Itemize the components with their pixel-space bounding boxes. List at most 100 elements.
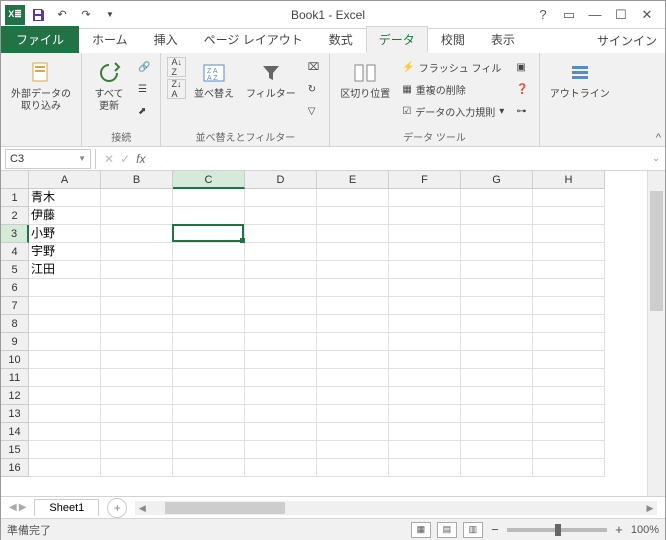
cell-C8[interactable] [173, 315, 245, 333]
cell-G4[interactable] [461, 243, 533, 261]
cell-D9[interactable] [245, 333, 317, 351]
cell-G13[interactable] [461, 405, 533, 423]
cell-A2[interactable]: 伊藤 [29, 207, 101, 225]
cell-A12[interactable] [29, 387, 101, 405]
cell-H3[interactable] [533, 225, 605, 243]
cell-B16[interactable] [101, 459, 173, 477]
get-external-data-button[interactable]: 外部データの 取り込み [7, 57, 75, 115]
cell-E5[interactable] [317, 261, 389, 279]
cell-E8[interactable] [317, 315, 389, 333]
cell-H16[interactable] [533, 459, 605, 477]
cell-C14[interactable] [173, 423, 245, 441]
cell-C9[interactable] [173, 333, 245, 351]
cell-F15[interactable] [389, 441, 461, 459]
cell-E10[interactable] [317, 351, 389, 369]
cell-G12[interactable] [461, 387, 533, 405]
tab-insert[interactable]: 挿入 [141, 26, 191, 53]
tab-file[interactable]: ファイル [1, 26, 79, 53]
cell-B10[interactable] [101, 351, 173, 369]
cell-C10[interactable] [173, 351, 245, 369]
cell-D4[interactable] [245, 243, 317, 261]
cell-A15[interactable] [29, 441, 101, 459]
cell-C2[interactable] [173, 207, 245, 225]
row-header-6[interactable]: 6 [1, 279, 29, 297]
cell-E6[interactable] [317, 279, 389, 297]
cell-H15[interactable] [533, 441, 605, 459]
cell-F11[interactable] [389, 369, 461, 387]
row-header-15[interactable]: 15 [1, 441, 29, 459]
row-header-14[interactable]: 14 [1, 423, 29, 441]
cell-B7[interactable] [101, 297, 173, 315]
hscroll-right[interactable]: ▶ [643, 501, 657, 515]
cell-E1[interactable] [317, 189, 389, 207]
cell-A10[interactable] [29, 351, 101, 369]
row-header-8[interactable]: 8 [1, 315, 29, 333]
enter-formula-button[interactable]: ✓ [120, 152, 130, 166]
cell-H7[interactable] [533, 297, 605, 315]
zoom-slider-handle[interactable] [555, 524, 561, 536]
cell-F5[interactable] [389, 261, 461, 279]
cell-G3[interactable] [461, 225, 533, 243]
minimize-button[interactable]: — [583, 5, 607, 25]
cell-G2[interactable] [461, 207, 533, 225]
column-header-G[interactable]: G [461, 171, 533, 189]
expand-formula-bar-button[interactable]: ⌄ [647, 153, 665, 164]
cell-B4[interactable] [101, 243, 173, 261]
cell-C1[interactable] [173, 189, 245, 207]
consolidate-button[interactable]: ▣ [512, 57, 532, 77]
cell-H9[interactable] [533, 333, 605, 351]
zoom-out-button[interactable]: − [489, 522, 501, 537]
cell-C11[interactable] [173, 369, 245, 387]
cell-H8[interactable] [533, 315, 605, 333]
cell-D15[interactable] [245, 441, 317, 459]
cell-D1[interactable] [245, 189, 317, 207]
cell-F8[interactable] [389, 315, 461, 333]
cell-H13[interactable] [533, 405, 605, 423]
sheet-tab-sheet1[interactable]: Sheet1 [34, 499, 99, 516]
cell-B2[interactable] [101, 207, 173, 225]
properties-button[interactable]: ☰ [134, 79, 154, 99]
row-header-13[interactable]: 13 [1, 405, 29, 423]
cell-B15[interactable] [101, 441, 173, 459]
cell-A13[interactable] [29, 405, 101, 423]
name-box[interactable]: C3 ▼ [5, 149, 91, 169]
cell-E14[interactable] [317, 423, 389, 441]
undo-icon[interactable]: ↶ [51, 4, 73, 26]
cell-D5[interactable] [245, 261, 317, 279]
save-icon[interactable] [27, 4, 49, 26]
cell-H11[interactable] [533, 369, 605, 387]
cell-E11[interactable] [317, 369, 389, 387]
zoom-in-button[interactable]: + [613, 522, 625, 537]
cell-D7[interactable] [245, 297, 317, 315]
horizontal-scrollbar[interactable]: ◀ ▶ [135, 501, 657, 515]
cell-F2[interactable] [389, 207, 461, 225]
edit-links-button[interactable]: ⬈ [134, 101, 154, 121]
spreadsheet-grid[interactable]: ABCDEFGH 12345678910111213141516 青木伊藤小野宇… [1, 171, 665, 496]
cell-C12[interactable] [173, 387, 245, 405]
sort-asc-button[interactable]: A↓Z [167, 57, 186, 77]
namebox-dropdown-icon[interactable]: ▼ [78, 154, 86, 163]
column-header-C[interactable]: C [173, 171, 245, 189]
advanced-filter-button[interactable]: ▽ [304, 101, 324, 121]
cell-C16[interactable] [173, 459, 245, 477]
cell-C3[interactable] [173, 225, 245, 243]
cell-F3[interactable] [389, 225, 461, 243]
relationships-button[interactable]: ⊶ [512, 101, 532, 121]
cell-E13[interactable] [317, 405, 389, 423]
row-header-2[interactable]: 2 [1, 207, 29, 225]
text-to-columns-button[interactable]: 区切り位置 [336, 57, 394, 103]
vertical-scroll-thumb[interactable] [650, 191, 663, 311]
tab-formulas[interactable]: 数式 [316, 26, 366, 53]
cell-G14[interactable] [461, 423, 533, 441]
cell-D6[interactable] [245, 279, 317, 297]
tab-view[interactable]: 表示 [478, 26, 528, 53]
cell-H5[interactable] [533, 261, 605, 279]
cell-A16[interactable] [29, 459, 101, 477]
cell-G6[interactable] [461, 279, 533, 297]
ribbon-display-button[interactable]: ▭ [557, 5, 581, 25]
cell-F10[interactable] [389, 351, 461, 369]
column-header-A[interactable]: A [29, 171, 101, 189]
what-if-button[interactable]: ❓ [512, 79, 532, 99]
cell-F9[interactable] [389, 333, 461, 351]
cell-E2[interactable] [317, 207, 389, 225]
